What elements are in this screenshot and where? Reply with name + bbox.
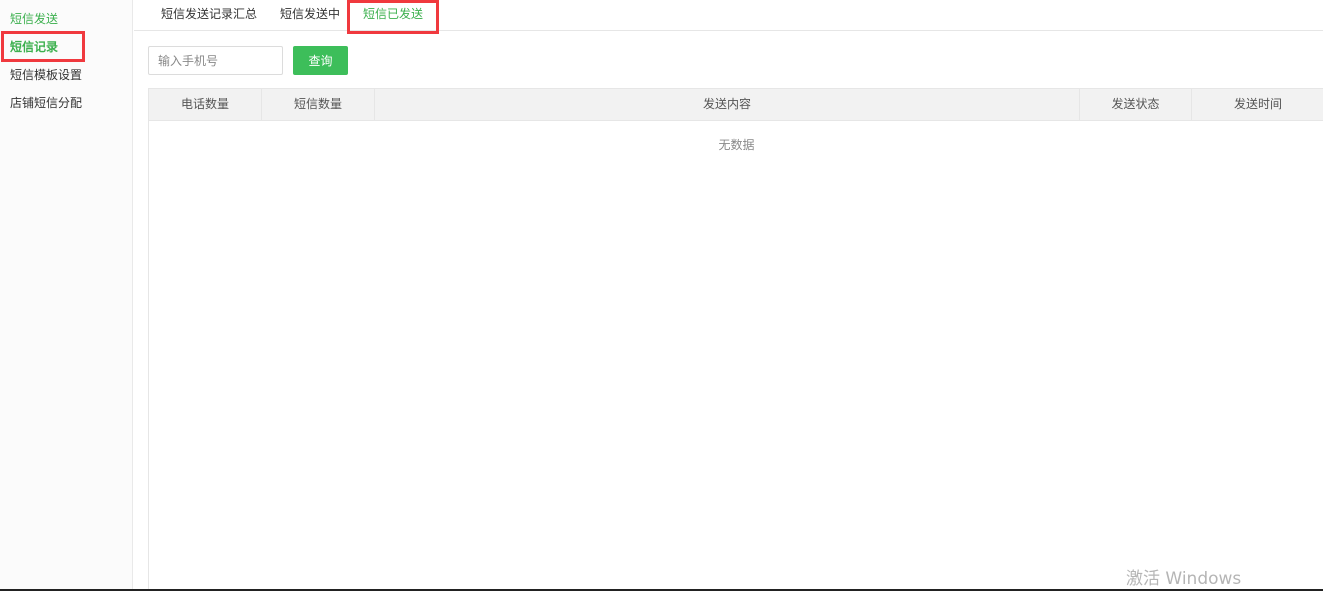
activation-watermark: 激活 Windows [1126,569,1242,589]
column-header-content: 发送内容 [375,89,1080,120]
sidebar: 短信发送 短信记录 短信模板设置 店铺短信分配 [0,0,133,591]
tab-sending[interactable]: 短信发送中 [280,7,340,21]
column-header-send-time: 发送时间 [1233,97,1282,111]
sidebar-item-sms-template-settings[interactable]: 短信模板设置 [10,68,82,82]
column-header-status: 发送状态 [1080,89,1192,120]
sms-records-table: 电话数量 短信数量 发送内容 发送状态 发送时间 无数据 [148,88,1323,591]
sidebar-item-sms-send[interactable]: 短信发送 [10,12,58,26]
app-window: 短信发送 短信记录 短信模板设置 店铺短信分配 短信发送记录汇总 短信发送中 短… [0,0,1323,591]
query-button[interactable]: 查询 [293,46,348,75]
main-content: 短信发送记录汇总 短信发送中 短信已发送 查询 电话数量 短信数量 发送内容 发… [134,0,1323,591]
tab-bar: 短信发送记录汇总 短信发送中 短信已发送 [134,0,1323,31]
table-header: 电话数量 短信数量 发送内容 发送状态 发送时间 [149,88,1323,121]
empty-state-text: 无数据 [718,138,755,152]
phone-search-input[interactable] [148,46,283,75]
column-header-sms-count: 短信数量 [262,89,375,120]
tab-sent[interactable]: 短信已发送 [363,7,423,21]
sidebar-item-sms-records[interactable]: 短信记录 [10,40,58,54]
sidebar-item-store-sms-allocation[interactable]: 店铺短信分配 [10,96,82,110]
column-header-phone-count: 电话数量 [149,89,262,120]
tab-send-records-summary[interactable]: 短信发送记录汇总 [161,7,257,21]
